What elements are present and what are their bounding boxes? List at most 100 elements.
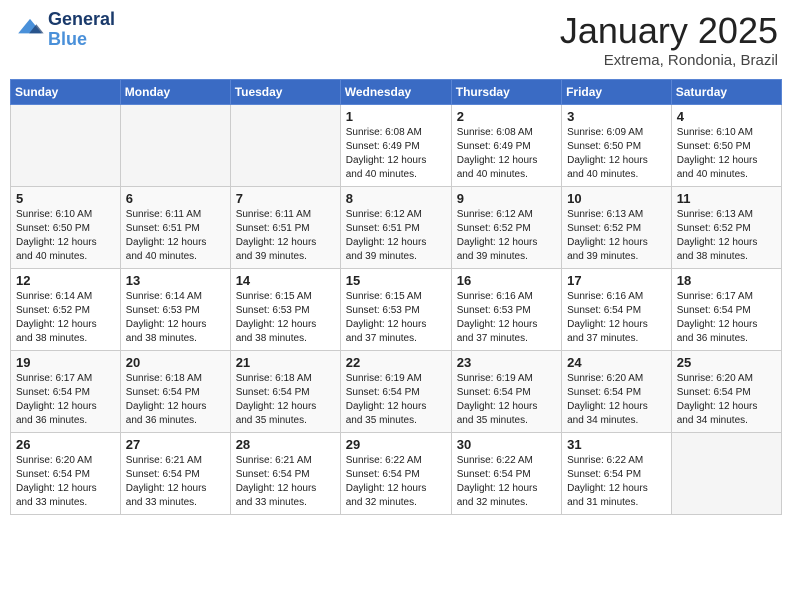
day-number: 16 <box>457 273 556 288</box>
logo: General Blue <box>14 10 115 50</box>
day-info: Sunrise: 6:19 AM Sunset: 6:54 PM Dayligh… <box>457 372 556 428</box>
day-number: 23 <box>457 355 556 370</box>
day-number: 25 <box>677 355 776 370</box>
day-info: Sunrise: 6:22 AM Sunset: 6:54 PM Dayligh… <box>346 454 446 510</box>
day-number: 15 <box>346 273 446 288</box>
day-number: 12 <box>16 273 115 288</box>
day-cell: 4 Sunrise: 6:10 AM Sunset: 6:50 PM Daylig… <box>671 105 781 187</box>
day-cell: 9 Sunrise: 6:12 AM Sunset: 6:52 PM Daylig… <box>451 187 561 269</box>
day-cell: 20 Sunrise: 6:18 AM Sunset: 6:54 PM Dayli… <box>120 351 230 433</box>
day-cell: 23 Sunrise: 6:19 AM Sunset: 6:54 PM Dayli… <box>451 351 561 433</box>
week-row-4: 26 Sunrise: 6:20 AM Sunset: 6:54 PM Dayli… <box>11 433 782 515</box>
day-cell: 22Sunrise: 6:19 AM Sunset: 6:54 PM Dayli… <box>340 351 451 433</box>
day-info: Sunrise: 6:13 AM Sunset: 6:52 PM Dayligh… <box>677 208 776 264</box>
day-cell: 18 Sunrise: 6:17 AM Sunset: 6:54 PM Dayli… <box>671 269 781 351</box>
day-cell: 30 Sunrise: 6:22 AM Sunset: 6:54 PM Dayli… <box>451 433 561 515</box>
day-cell: 2 Sunrise: 6:08 AM Sunset: 6:49 PM Daylig… <box>451 105 561 187</box>
day-info: Sunrise: 6:16 AM Sunset: 6:53 PM Dayligh… <box>457 290 556 346</box>
day-info: Sunrise: 6:08 AM Sunset: 6:49 PM Dayligh… <box>457 126 556 182</box>
day-info: Sunrise: 6:14 AM Sunset: 6:52 PM Dayligh… <box>16 290 115 346</box>
day-cell: 27 Sunrise: 6:21 AM Sunset: 6:54 PM Dayli… <box>120 433 230 515</box>
day-number: 24 <box>567 355 666 370</box>
calendar: SundayMondayTuesdayWednesdayThursdayFrid… <box>10 79 782 515</box>
day-header-saturday: Saturday <box>671 80 781 105</box>
day-number: 27 <box>126 437 225 452</box>
day-info: Sunrise: 6:16 AM Sunset: 6:54 PM Dayligh… <box>567 290 666 346</box>
day-info: Sunrise: 6:20 AM Sunset: 6:54 PM Dayligh… <box>677 372 776 428</box>
day-number: 9 <box>457 191 556 206</box>
day-number: 2 <box>457 109 556 124</box>
day-cell: 17Sunrise: 6:16 AM Sunset: 6:54 PM Dayli… <box>562 269 672 351</box>
day-info: Sunrise: 6:20 AM Sunset: 6:54 PM Dayligh… <box>567 372 666 428</box>
day-number: 8 <box>346 191 446 206</box>
day-cell: 12 Sunrise: 6:14 AM Sunset: 6:52 PM Dayli… <box>11 269 121 351</box>
day-header-friday: Friday <box>562 80 672 105</box>
day-cell: 11 Sunrise: 6:13 AM Sunset: 6:52 PM Dayli… <box>671 187 781 269</box>
day-info: Sunrise: 6:18 AM Sunset: 6:54 PM Dayligh… <box>126 372 225 428</box>
day-cell: 26 Sunrise: 6:20 AM Sunset: 6:54 PM Dayli… <box>11 433 121 515</box>
day-number: 29 <box>346 437 446 452</box>
day-info: Sunrise: 6:22 AM Sunset: 6:54 PM Dayligh… <box>567 454 666 510</box>
day-info: Sunrise: 6:12 AM Sunset: 6:51 PM Dayligh… <box>346 208 446 264</box>
day-header-thursday: Thursday <box>451 80 561 105</box>
month-title: January 2025 <box>560 10 778 52</box>
day-info: Sunrise: 6:21 AM Sunset: 6:54 PM Dayligh… <box>236 454 335 510</box>
day-number: 14 <box>236 273 335 288</box>
day-info: Sunrise: 6:21 AM Sunset: 6:54 PM Dayligh… <box>126 454 225 510</box>
day-cell: 14 Sunrise: 6:15 AM Sunset: 6:53 PM Dayli… <box>230 269 340 351</box>
day-number: 30 <box>457 437 556 452</box>
day-info: Sunrise: 6:17 AM Sunset: 6:54 PM Dayligh… <box>677 290 776 346</box>
location: Extrema, Rondonia, Brazil <box>560 52 778 69</box>
day-cell: 25 Sunrise: 6:20 AM Sunset: 6:54 PM Dayli… <box>671 351 781 433</box>
day-info: Sunrise: 6:17 AM Sunset: 6:54 PM Dayligh… <box>16 372 115 428</box>
day-cell <box>120 105 230 187</box>
day-number: 19 <box>16 355 115 370</box>
day-info: Sunrise: 6:11 AM Sunset: 6:51 PM Dayligh… <box>236 208 335 264</box>
day-number: 13 <box>126 273 225 288</box>
day-cell: 16 Sunrise: 6:16 AM Sunset: 6:53 PM Dayli… <box>451 269 561 351</box>
day-cell: 7 Sunrise: 6:11 AM Sunset: 6:51 PM Daylig… <box>230 187 340 269</box>
day-info: Sunrise: 6:19 AM Sunset: 6:54 PM Dayligh… <box>346 372 446 428</box>
day-cell: 19 Sunrise: 6:17 AM Sunset: 6:54 PM Dayli… <box>11 351 121 433</box>
page: General Blue January 2025 Extrema, Rondo… <box>0 0 792 612</box>
day-cell: 29 Sunrise: 6:22 AM Sunset: 6:54 PM Dayli… <box>340 433 451 515</box>
day-info: Sunrise: 6:22 AM Sunset: 6:54 PM Dayligh… <box>457 454 556 510</box>
day-number: 11 <box>677 191 776 206</box>
day-info: Sunrise: 6:18 AM Sunset: 6:54 PM Dayligh… <box>236 372 335 428</box>
day-info: Sunrise: 6:12 AM Sunset: 6:52 PM Dayligh… <box>457 208 556 264</box>
day-cell: 5Sunrise: 6:10 AM Sunset: 6:50 PM Daylig… <box>11 187 121 269</box>
day-number: 4 <box>677 109 776 124</box>
day-cell <box>11 105 121 187</box>
day-number: 28 <box>236 437 335 452</box>
day-info: Sunrise: 6:20 AM Sunset: 6:54 PM Dayligh… <box>16 454 115 510</box>
day-number: 10 <box>567 191 666 206</box>
day-info: Sunrise: 6:09 AM Sunset: 6:50 PM Dayligh… <box>567 126 666 182</box>
week-row-0: 1 Sunrise: 6:08 AM Sunset: 6:49 PM Daylig… <box>11 105 782 187</box>
day-headers: SundayMondayTuesdayWednesdayThursdayFrid… <box>11 80 782 105</box>
day-info: Sunrise: 6:15 AM Sunset: 6:53 PM Dayligh… <box>236 290 335 346</box>
day-info: Sunrise: 6:13 AM Sunset: 6:52 PM Dayligh… <box>567 208 666 264</box>
day-number: 20 <box>126 355 225 370</box>
day-info: Sunrise: 6:11 AM Sunset: 6:51 PM Dayligh… <box>126 208 225 264</box>
day-cell: 3Sunrise: 6:09 AM Sunset: 6:50 PM Daylig… <box>562 105 672 187</box>
day-number: 1 <box>346 109 446 124</box>
day-number: 21 <box>236 355 335 370</box>
day-info: Sunrise: 6:14 AM Sunset: 6:53 PM Dayligh… <box>126 290 225 346</box>
day-number: 6 <box>126 191 225 206</box>
day-number: 26 <box>16 437 115 452</box>
day-cell <box>671 433 781 515</box>
day-header-monday: Monday <box>120 80 230 105</box>
day-info: Sunrise: 6:10 AM Sunset: 6:50 PM Dayligh… <box>677 126 776 182</box>
day-number: 18 <box>677 273 776 288</box>
week-row-2: 12 Sunrise: 6:14 AM Sunset: 6:52 PM Dayli… <box>11 269 782 351</box>
day-number: 7 <box>236 191 335 206</box>
day-info: Sunrise: 6:10 AM Sunset: 6:50 PM Dayligh… <box>16 208 115 264</box>
day-cell: 8 Sunrise: 6:12 AM Sunset: 6:51 PM Daylig… <box>340 187 451 269</box>
day-cell: 10 Sunrise: 6:13 AM Sunset: 6:52 PM Dayli… <box>562 187 672 269</box>
day-number: 31 <box>567 437 666 452</box>
day-cell: 6 Sunrise: 6:11 AM Sunset: 6:51 PM Daylig… <box>120 187 230 269</box>
day-info: Sunrise: 6:15 AM Sunset: 6:53 PM Dayligh… <box>346 290 446 346</box>
day-cell: 24 Sunrise: 6:20 AM Sunset: 6:54 PM Dayli… <box>562 351 672 433</box>
title-block: January 2025 Extrema, Rondonia, Brazil <box>560 10 778 69</box>
day-cell: 31 Sunrise: 6:22 AM Sunset: 6:54 PM Dayli… <box>562 433 672 515</box>
